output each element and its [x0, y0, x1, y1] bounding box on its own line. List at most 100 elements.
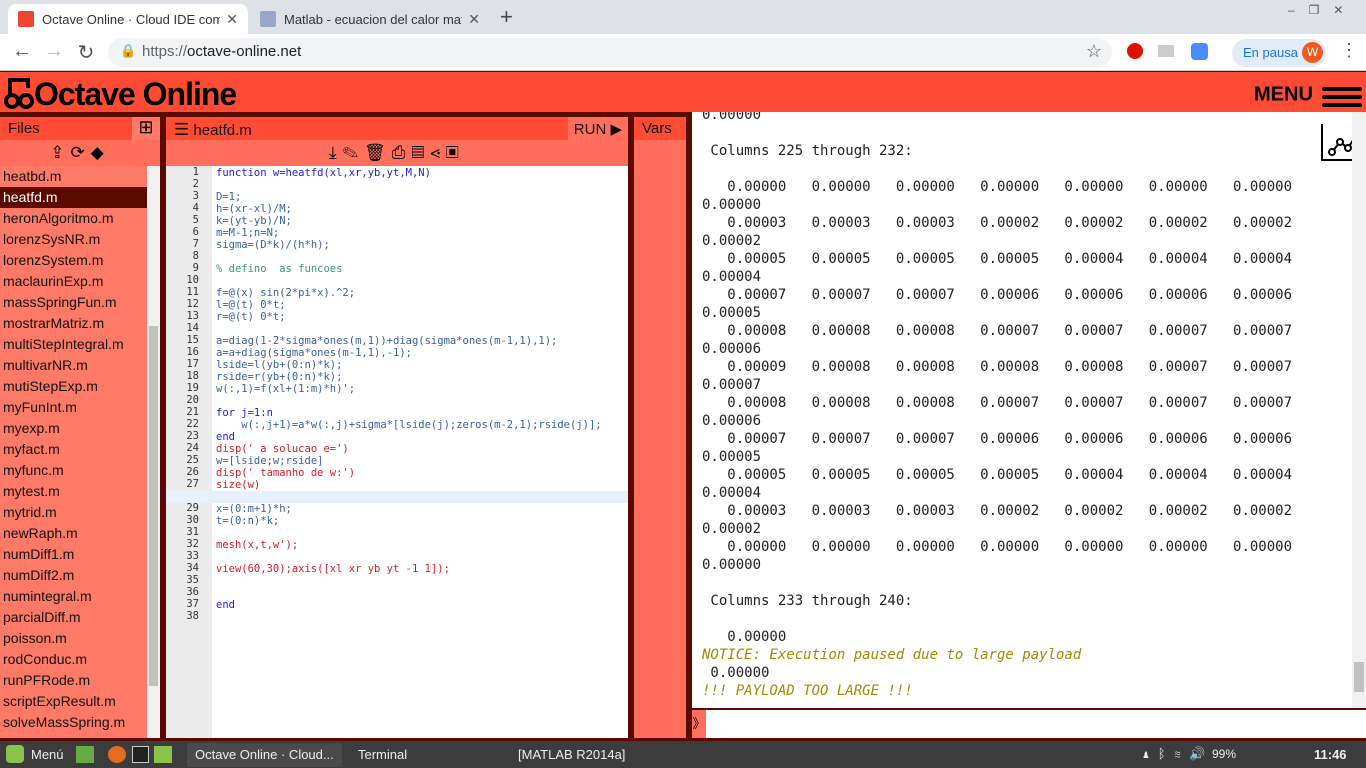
code-line[interactable] — [166, 275, 628, 287]
file-item[interactable]: lorenzSystem.m — [0, 250, 147, 271]
file-item[interactable]: scriptExpResult.m — [0, 691, 147, 712]
file-item[interactable]: lorenzSysNR.m — [0, 229, 147, 250]
file-item[interactable]: heatbd.m — [0, 166, 147, 187]
file-item[interactable]: multiStepIntegral.m — [0, 334, 147, 355]
forward-icon[interactable]: → — [42, 40, 66, 63]
code-line[interactable]: end — [166, 431, 628, 443]
file-item[interactable]: solveMassSpring.m — [0, 712, 147, 733]
code-line[interactable] — [166, 491, 628, 503]
code-line[interactable]: x=(0:m+1)*h; — [166, 503, 628, 515]
code-line[interactable] — [166, 551, 628, 563]
git-icon[interactable]: ◆ — [91, 143, 110, 162]
code-line[interactable] — [166, 575, 628, 587]
code-line[interactable] — [166, 323, 628, 335]
code-line[interactable]: h=(xr-xl)/M; — [166, 203, 628, 215]
code-line[interactable]: k=(yt-yb)/N; — [166, 215, 628, 227]
reload-icon[interactable]: ↻ — [74, 40, 98, 65]
run-button[interactable]: RUN ▶ — [567, 117, 628, 140]
files-scrollbar[interactable] — [147, 166, 160, 738]
code-line[interactable]: r=@(t) 0*t; — [166, 311, 628, 323]
code-line[interactable] — [166, 611, 628, 623]
command-input[interactable] — [708, 712, 1358, 736]
code-line[interactable]: w=[lside;w;rside] — [166, 455, 628, 467]
file-item[interactable]: numDiff1.m — [0, 544, 147, 565]
file-item[interactable]: heronAlgoritmo.m — [0, 208, 147, 229]
file-item[interactable]: myFunInt.m — [0, 397, 147, 418]
url-input[interactable]: 🔒 https://octave-online.net ☆ — [108, 38, 1112, 67]
upload-icon[interactable]: ⇪ — [50, 143, 70, 162]
code-line[interactable] — [166, 587, 628, 599]
save-icon[interactable]: ▣ — [446, 143, 465, 162]
file-item[interactable]: myfact.m — [0, 439, 147, 460]
avatar[interactable]: W — [1302, 42, 1323, 63]
code-line[interactable]: view(60,30);axis([xl xr yb yt -1 1]); — [166, 563, 628, 575]
print-icon[interactable]: ⎙ — [392, 143, 412, 162]
file-item[interactable]: mostrarMatriz.m — [0, 313, 147, 334]
browser-tab-octave[interactable]: Octave Online · Cloud IDE comp ✕ — [8, 4, 248, 34]
code-line[interactable]: D=1; — [166, 191, 628, 203]
back-icon[interactable]: ← — [10, 40, 34, 63]
code-line[interactable]: for j=1:n — [166, 407, 628, 419]
code-line[interactable] — [166, 395, 628, 407]
files-launcher-icon[interactable] — [154, 746, 172, 763]
code-line[interactable]: t=(0:n)*k; — [166, 515, 628, 527]
code-line[interactable]: a=diag(1-2*sigma*ones(m,1))+diag(sigma*o… — [166, 335, 628, 347]
file-item[interactable]: myfunc.m — [0, 460, 147, 481]
file-item[interactable]: mytrid.m — [0, 502, 147, 523]
bookmark-star-icon[interactable]: ☆ — [1086, 41, 1102, 62]
firefox-icon[interactable] — [108, 746, 126, 763]
editor-menu-icon[interactable]: ☰ — [174, 120, 189, 139]
code-line[interactable] — [166, 179, 628, 191]
download-icon[interactable]: ⤓ — [329, 143, 343, 162]
command-prompt[interactable]: 》 — [692, 710, 1366, 738]
code-line[interactable]: w(:,j+1)=a*w(:,j)+sigma*[lside(j);zeros(… — [166, 419, 628, 431]
file-item[interactable]: myexp.m — [0, 418, 147, 439]
delete-trash-icon[interactable]: 🗑 — [364, 143, 392, 162]
new-file-icon[interactable]: ⊞ — [132, 117, 160, 140]
system-tray-icons[interactable]: ♟ᛒ≋🔊 — [1142, 746, 1214, 762]
window-controls[interactable]: –❐✕ — [1288, 3, 1358, 17]
code-line[interactable] — [166, 251, 628, 263]
file-item[interactable]: numDiff2.m — [0, 565, 147, 586]
app-logo[interactable]: Octave Online — [34, 76, 237, 113]
code-line[interactable]: f=@(x) sin(2*pi*x).^2; — [166, 287, 628, 299]
code-line[interactable]: size(w) — [166, 479, 628, 491]
file-item[interactable]: mutiStepExp.m — [0, 376, 147, 397]
document-icon[interactable]: ▤ — [411, 143, 430, 162]
code-line[interactable]: l=@(t) 0*t; — [166, 299, 628, 311]
menu-button[interactable]: MENU — [1254, 83, 1363, 107]
close-tab-icon[interactable]: ✕ — [226, 11, 238, 28]
taskbar-item-chrome[interactable]: Octave Online · Cloud... — [187, 743, 342, 767]
file-item[interactable]: newRaph.m — [0, 523, 147, 544]
code-line[interactable]: a=a+diag(sigma*ones(m-1,1),-1); — [166, 347, 628, 359]
code-line[interactable]: mesh(x,t,w'); — [166, 539, 628, 551]
close-tab-icon[interactable]: ✕ — [468, 11, 480, 28]
file-item[interactable]: parcialDiff.m — [0, 607, 147, 628]
zoom-extension-icon[interactable] — [1191, 43, 1208, 60]
taskbar-item-terminal[interactable]: Terminal — [350, 743, 500, 767]
file-item[interactable]: rodConduc.m — [0, 649, 147, 670]
code-editor[interactable]: 1 2 3 4 5 6 7 8 9 10 11 12 13 14 15 16 17 18 19 20 21 22 23 24 2… — [166, 166, 628, 738]
file-item[interactable]: heatfd.m — [0, 187, 147, 208]
mint-menu-icon[interactable] — [6, 745, 24, 763]
rename-pencil-icon[interactable]: ✎ — [343, 143, 365, 162]
code-line[interactable]: disp(' tamanho de w:') — [166, 467, 628, 479]
file-item[interactable]: mytest.m — [0, 481, 147, 502]
code-line[interactable]: m=M-1;n=N; — [166, 227, 628, 239]
file-item[interactable]: numintegral.m — [0, 586, 147, 607]
code-line[interactable]: sigma=(D*k)/(h*h); — [166, 239, 628, 251]
code-line[interactable] — [166, 527, 628, 539]
browser-tab-matlab[interactable]: Matlab - ecuacion del calor mat ✕ — [250, 4, 490, 34]
code-line[interactable]: disp(' a solucao e=') — [166, 443, 628, 455]
code-line[interactable]: % defino as funcoes — [166, 263, 628, 275]
code-line[interactable]: lside=l(yb+(0:n)*k); — [166, 359, 628, 371]
extension-icon[interactable] — [1158, 45, 1174, 57]
adblock-extension-icon[interactable] — [1127, 43, 1143, 59]
terminal-launcher-icon[interactable] — [132, 746, 149, 763]
file-item[interactable]: multivarNR.m — [0, 355, 147, 376]
show-desktop-icon[interactable] — [76, 746, 94, 763]
refresh-icon[interactable]: ⟳ — [70, 143, 90, 162]
file-item[interactable]: runPFRode.m — [0, 670, 147, 691]
code-lines[interactable]: function w=heatfd(xl,xr,yb,yt,M,N) D=1; h=… — [166, 167, 628, 623]
console-scrollbar[interactable] — [1352, 112, 1366, 708]
